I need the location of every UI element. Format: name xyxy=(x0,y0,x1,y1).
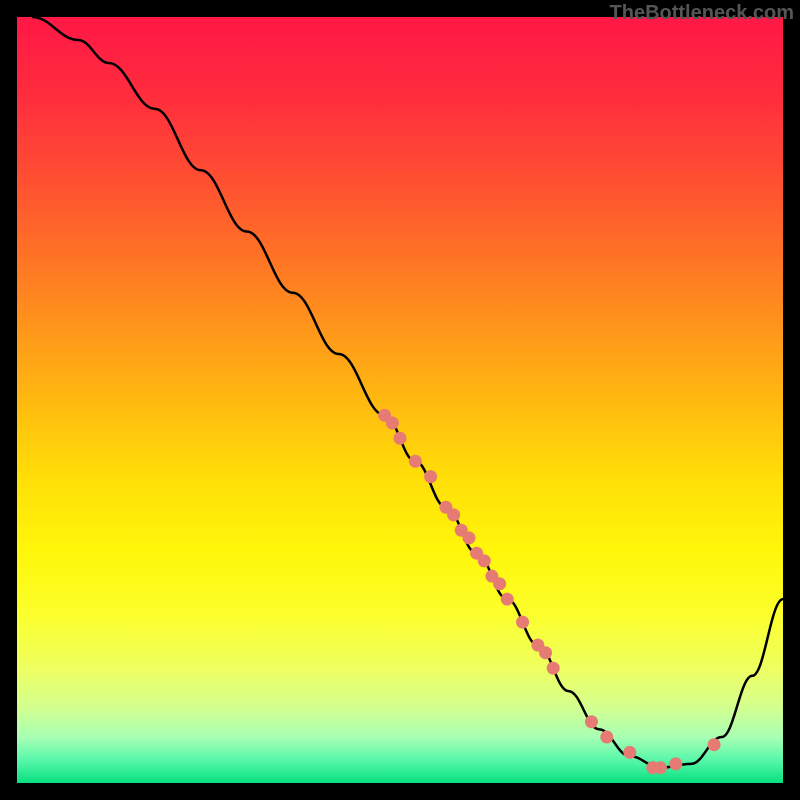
data-point xyxy=(585,715,598,728)
data-point xyxy=(493,577,506,590)
data-point xyxy=(654,761,667,774)
data-point xyxy=(447,508,460,521)
chart-container: TheBottleneck.com xyxy=(0,0,800,800)
data-point xyxy=(424,470,437,483)
data-point xyxy=(623,746,636,759)
data-point xyxy=(394,432,407,445)
data-point xyxy=(708,738,721,751)
plot-area xyxy=(17,17,783,783)
chart-svg xyxy=(17,17,783,783)
data-point xyxy=(478,554,491,567)
data-point xyxy=(409,455,422,468)
data-point xyxy=(386,416,399,429)
data-point xyxy=(501,593,514,606)
data-point xyxy=(600,731,613,744)
data-point xyxy=(669,757,682,770)
gradient-background xyxy=(17,17,783,783)
data-point xyxy=(539,646,552,659)
data-point xyxy=(547,662,560,675)
data-point xyxy=(462,531,475,544)
data-point xyxy=(516,616,529,629)
watermark-text: TheBottleneck.com xyxy=(610,2,794,25)
